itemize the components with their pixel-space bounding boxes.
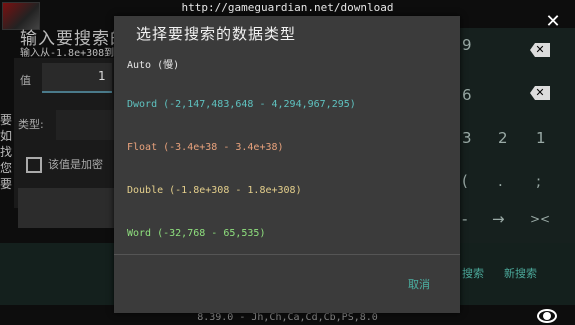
search-button[interactable]: 搜索: [462, 265, 484, 281]
key[interactable]: 2: [498, 129, 508, 147]
key[interactable]: 3: [462, 129, 472, 147]
encrypted-checkbox[interactable]: [26, 157, 42, 173]
value-input-text: 1: [98, 69, 106, 83]
search-range-hint: 输入从-1.8e+308到: [20, 48, 115, 59]
left-char: 找: [0, 145, 13, 159]
value-input[interactable]: 1: [42, 63, 112, 93]
left-char: 要: [0, 177, 13, 191]
dialog-title: 选择要搜索的数据类型: [136, 25, 297, 43]
left-char: 要: [0, 113, 13, 127]
new-search-button[interactable]: 新搜索: [504, 265, 537, 281]
url-banner: http://gameguardian.net/download: [181, 1, 394, 14]
key[interactable]: ><: [530, 212, 550, 226]
type-selector[interactable]: [56, 110, 114, 140]
key[interactable]: 1: [536, 129, 546, 147]
option-auto[interactable]: Auto (慢): [127, 56, 179, 71]
left-char: 您: [0, 161, 13, 175]
value-label: 值: [20, 74, 31, 87]
encrypted-checkbox-label: 该值是加密: [48, 158, 103, 171]
option-double[interactable]: Double (-1.8e+308 - 1.8e+308): [127, 185, 302, 196]
left-edge-text: 要 如 找 您 要: [0, 112, 14, 192]
key[interactable]: .: [498, 172, 503, 190]
key[interactable]: 6: [462, 86, 472, 104]
search-option-button[interactable]: [18, 188, 114, 228]
status-bar: 8.39.0 - Jh,Ch,Ca,Cd,Cb,PS,8.0: [197, 312, 378, 323]
key[interactable]: (: [462, 172, 468, 190]
numeric-keypad: [460, 28, 575, 243]
key[interactable]: 9: [462, 36, 472, 54]
type-label: 类型:: [18, 118, 44, 131]
option-word[interactable]: Word (-32,768 - 65,535): [127, 228, 265, 239]
key[interactable]: -: [462, 210, 467, 228]
key[interactable]: →: [492, 210, 505, 228]
dialog-divider: [114, 254, 460, 255]
key[interactable]: ;: [536, 172, 541, 190]
left-char: 如: [0, 129, 13, 143]
eye-icon[interactable]: [537, 309, 557, 323]
option-float[interactable]: Float (-3.4e+38 - 3.4e+38): [127, 142, 284, 153]
cancel-button[interactable]: 取消: [408, 276, 430, 292]
option-dword[interactable]: Dword (-2,147,483,648 - 4,294,967,295): [127, 99, 356, 110]
data-type-dialog: 选择要搜索的数据类型 Auto (慢) Dword (-2,147,483,64…: [114, 16, 460, 313]
